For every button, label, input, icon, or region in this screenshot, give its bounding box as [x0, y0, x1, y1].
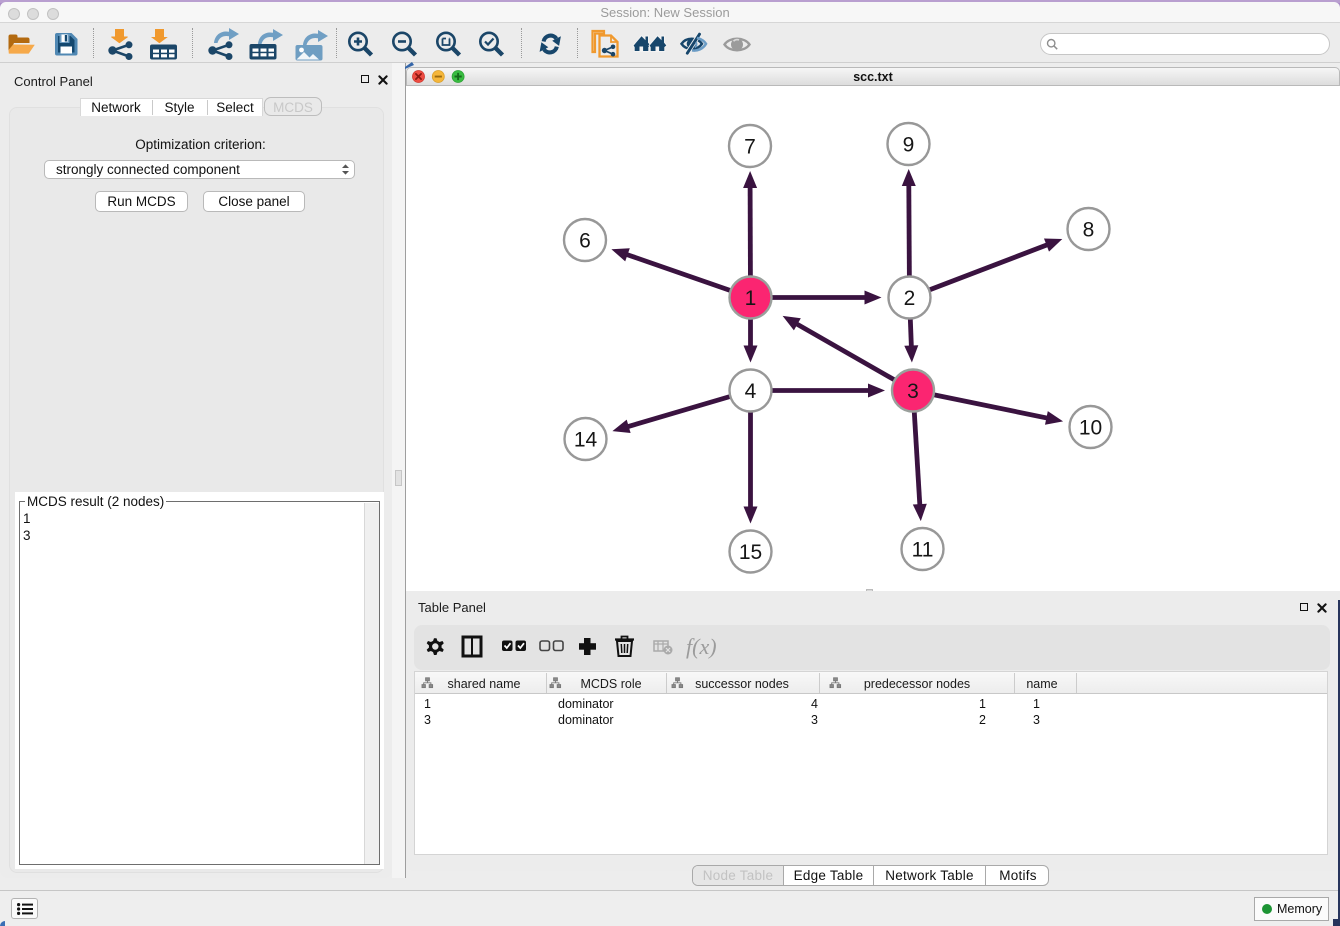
- svg-text:10: 10: [1079, 417, 1102, 440]
- svg-text:7: 7: [744, 136, 756, 159]
- svg-text:14: 14: [574, 429, 598, 452]
- svg-text:3: 3: [907, 380, 919, 403]
- svg-text:1: 1: [745, 287, 757, 310]
- svg-text:name: name: [1026, 677, 1057, 691]
- svg-text:MCDS role: MCDS role: [580, 677, 641, 691]
- svg-text:8: 8: [1083, 219, 1095, 242]
- svg-text:successor nodes: successor nodes: [695, 677, 789, 691]
- svg-text:15: 15: [739, 541, 762, 564]
- svg-text:2: 2: [904, 287, 916, 310]
- svg-text:f(x): f(x): [686, 634, 717, 659]
- svg-text:shared name: shared name: [448, 677, 521, 691]
- svg-text:4: 4: [745, 380, 757, 403]
- svg-text:11: 11: [912, 539, 934, 562]
- svg-text:9: 9: [903, 134, 915, 157]
- svg-text:predecessor nodes: predecessor nodes: [864, 677, 970, 691]
- svg-text:6: 6: [579, 230, 591, 253]
